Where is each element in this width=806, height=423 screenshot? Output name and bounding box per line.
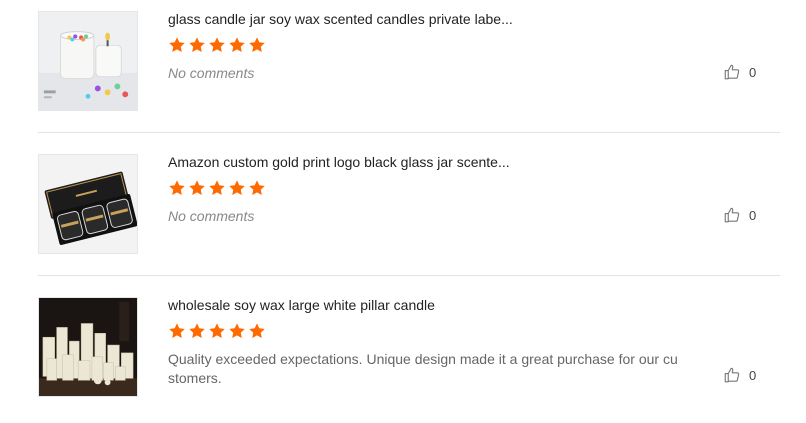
product-thumbnail[interactable] <box>38 11 138 111</box>
candle-jar-photo-icon <box>39 12 137 110</box>
star-icon <box>188 36 206 54</box>
like-button[interactable]: 0 <box>723 206 756 224</box>
star-icon <box>228 36 246 54</box>
star-icon <box>208 179 226 197</box>
like-count: 0 <box>749 64 757 80</box>
star-icon <box>228 179 246 197</box>
star-rating <box>168 36 266 56</box>
divider <box>38 275 780 276</box>
divider <box>38 132 780 133</box>
like-button[interactable]: 0 <box>723 366 756 384</box>
like-count: 0 <box>749 367 757 383</box>
review-item: wholesale soy wax large white pillar can… <box>38 286 780 419</box>
pillar-candles-photo-icon <box>39 298 137 396</box>
like-button[interactable]: 0 <box>723 63 756 81</box>
star-icon <box>248 36 266 54</box>
review-list: glass candle jar soy wax scented candles… <box>0 0 806 423</box>
star-icon <box>248 322 266 340</box>
product-title[interactable]: glass candle jar soy wax scented candles… <box>168 11 728 27</box>
star-icon <box>248 179 266 197</box>
black-gift-box-photo-icon <box>39 155 137 253</box>
star-icon <box>228 322 246 340</box>
star-icon <box>208 36 226 54</box>
star-icon <box>168 36 186 54</box>
product-thumbnail[interactable] <box>38 154 138 254</box>
star-rating <box>168 179 266 199</box>
product-title[interactable]: Amazon custom gold print logo black glas… <box>168 154 728 170</box>
review-item: glass candle jar soy wax scented candles… <box>38 0 780 133</box>
star-icon <box>168 322 186 340</box>
star-icon <box>188 322 206 340</box>
star-rating <box>168 322 266 342</box>
star-icon <box>188 179 206 197</box>
review-comment: No comments <box>168 208 255 224</box>
product-title[interactable]: wholesale soy wax large white pillar can… <box>168 297 728 313</box>
thumbs-up-icon <box>724 64 740 80</box>
product-thumbnail[interactable] <box>38 297 138 397</box>
thumbs-up-icon <box>724 367 740 383</box>
review-item: Amazon custom gold print logo black glas… <box>38 143 780 276</box>
thumbs-up-icon <box>724 207 740 223</box>
star-icon <box>208 322 226 340</box>
like-count: 0 <box>749 207 757 223</box>
review-comment: Quality exceeded expectations. Unique de… <box>168 351 678 386</box>
review-comment: No comments <box>168 65 255 81</box>
star-icon <box>168 179 186 197</box>
